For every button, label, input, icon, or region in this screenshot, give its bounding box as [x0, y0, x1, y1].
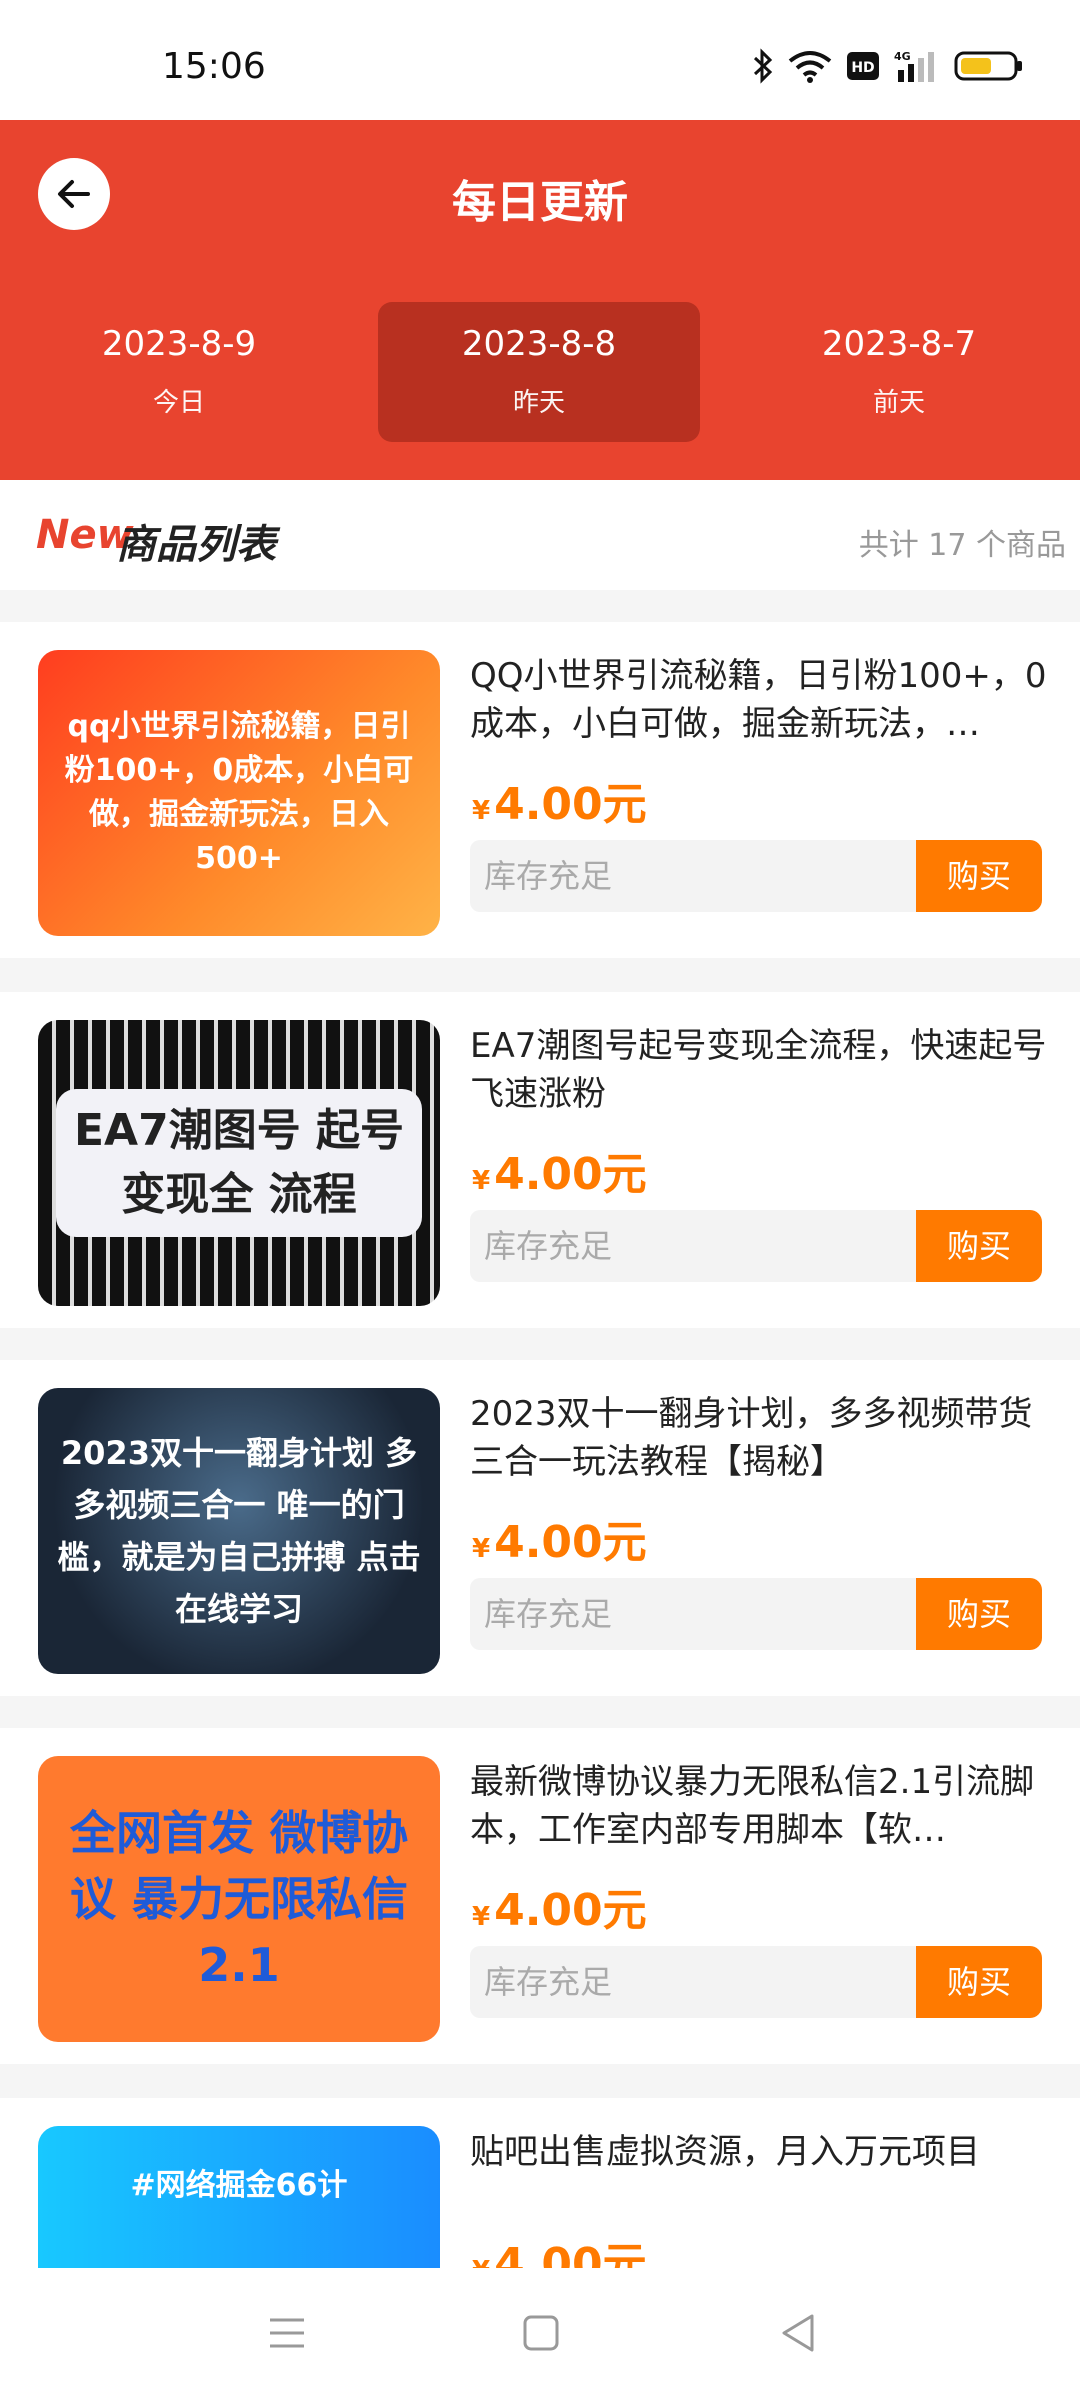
product-title[interactable]: EA7潮图号起号变现全流程，快速起号飞速涨粉: [470, 1022, 1050, 1118]
thumbnail-text: #网络掘金66计: [130, 2168, 348, 2203]
thumbnail-text: EA7潮图号 起号变现全 流程: [56, 1089, 422, 1237]
currency-symbol: ¥: [472, 2256, 490, 2268]
hd-icon: HD: [847, 52, 879, 80]
home-icon[interactable]: [516, 2308, 566, 2358]
signal-icon: 4G: [894, 50, 934, 82]
product-thumbnail[interactable]: #网络掘金66计: [38, 2126, 440, 2268]
menu-icon[interactable]: [262, 2308, 312, 2358]
back-triangle-icon[interactable]: [774, 2308, 824, 2358]
system-navigation-bar: [0, 2268, 1080, 2400]
stock-status: 库存充足: [470, 1946, 920, 2018]
product-price: ¥4.00元: [472, 1874, 647, 1938]
buy-button[interactable]: 购买: [916, 1578, 1042, 1650]
currency-symbol: ¥: [472, 796, 491, 826]
product-title[interactable]: QQ小世界引流秘籍，日引粉100+，0成本，小白可做，掘金新玩法，…: [470, 652, 1050, 748]
stock-status: 库存充足: [470, 1578, 920, 1650]
battery-icon: [954, 51, 1022, 81]
thumbnail-text: 2023双十一翻身计划 多多视频三合一 唯一的门槛，就是为自己拼搏 点击在线学习: [57, 1434, 421, 1628]
svg-text:4G: 4G: [894, 50, 911, 63]
buy-button[interactable]: 购买: [916, 840, 1042, 912]
status-icons: HD 4G: [752, 48, 1024, 84]
product-title[interactable]: 2023双十一翻身计划，多多视频带货三合一玩法教程【揭秘】: [470, 1390, 1050, 1486]
stock-status: 库存充足: [470, 840, 920, 912]
thumbnail-text: 全网首发 微博协议 暴力无限私信2.1: [69, 1806, 408, 1992]
product-card[interactable]: #网络掘金66计 贴吧出售虚拟资源，月入万元项目 ¥4.00元: [0, 2098, 1080, 2268]
stock-status: 库存充足: [470, 1210, 920, 1282]
product-price: ¥4.00元: [472, 768, 647, 832]
product-price: ¥4.00元: [472, 1506, 647, 1570]
currency-symbol: ¥: [472, 1166, 491, 1196]
product-card[interactable]: qq小世界引流秘籍，日引粉100+，0成本，小白可做，掘金新玩法，日入500+ …: [0, 622, 1080, 958]
product-title[interactable]: 最新微博协议暴力无限私信2.1引流脚本，工作室内部专用脚本【软…: [470, 1758, 1050, 1854]
product-thumbnail[interactable]: 2023双十一翻身计划 多多视频三合一 唯一的门槛，就是为自己拼搏 点击在线学习: [38, 1388, 440, 1674]
product-count: 共计 17 个商品: [858, 528, 1066, 563]
price-value: 4.00元: [494, 779, 647, 830]
tab-label: 昨天: [512, 388, 565, 418]
page-title: 每日更新: [452, 177, 628, 228]
tab-date: 2023-8-7: [821, 324, 977, 364]
tab-date: 2023-8-9: [101, 324, 257, 364]
currency-symbol: ¥: [472, 1902, 491, 1932]
price-value: 4.00元: [494, 1149, 647, 1200]
product-card[interactable]: 全网首发 微博协议 暴力无限私信2.1 最新微博协议暴力无限私信2.1引流脚本，…: [0, 1728, 1080, 2064]
price-value: 4.00元: [494, 1517, 647, 1568]
product-price: ¥4.00元: [472, 2228, 647, 2268]
thumbnail-text: qq小世界引流秘籍，日引粉100+，0成本，小白可做，掘金新玩法，日入500+: [64, 709, 414, 876]
tab-date-today[interactable]: 2023-8-9 今日: [18, 302, 340, 442]
buy-button[interactable]: 购买: [916, 1946, 1042, 2018]
product-thumbnail[interactable]: EA7潮图号 起号变现全 流程: [38, 1020, 440, 1306]
list-title: 商品列表: [116, 522, 276, 568]
status-time: 15:06: [162, 46, 266, 87]
price-value: 4.00元: [494, 1885, 647, 1936]
bluetooth-icon: [753, 48, 773, 84]
price-value: 4.00元: [494, 2239, 647, 2268]
buy-button[interactable]: 购买: [916, 1210, 1042, 1282]
product-card[interactable]: EA7潮图号 起号变现全 流程 EA7潮图号起号变现全流程，快速起号飞速涨粉 ¥…: [0, 992, 1080, 1328]
status-bar: 15:06 HD 4G: [0, 0, 1080, 120]
tab-date: 2023-8-8: [461, 324, 617, 364]
tab-date-day-before[interactable]: 2023-8-7 前天: [738, 302, 1060, 442]
product-title[interactable]: 贴吧出售虚拟资源，月入万元项目: [470, 2128, 1050, 2176]
list-header: New 商品列表 共计 17 个商品: [0, 480, 1080, 590]
tab-label: 今日: [152, 388, 205, 418]
product-thumbnail[interactable]: 全网首发 微博协议 暴力无限私信2.1: [38, 1756, 440, 2042]
currency-symbol: ¥: [472, 1534, 491, 1564]
tab-label: 前天: [872, 388, 925, 418]
tab-date-yesterday[interactable]: 2023-8-8 昨天: [378, 302, 700, 442]
product-card[interactable]: 2023双十一翻身计划 多多视频三合一 唯一的门槛，就是为自己拼搏 点击在线学习…: [0, 1360, 1080, 1696]
wifi-icon: [788, 51, 832, 83]
svg-text:HD: HD: [851, 60, 874, 76]
product-price: ¥4.00元: [472, 1138, 647, 1202]
product-thumbnail[interactable]: qq小世界引流秘籍，日引粉100+，0成本，小白可做，掘金新玩法，日入500+: [38, 650, 440, 936]
header: 每日更新 2023-8-9 今日 2023-8-8 昨天 2023-8-7 前天: [0, 120, 1080, 480]
